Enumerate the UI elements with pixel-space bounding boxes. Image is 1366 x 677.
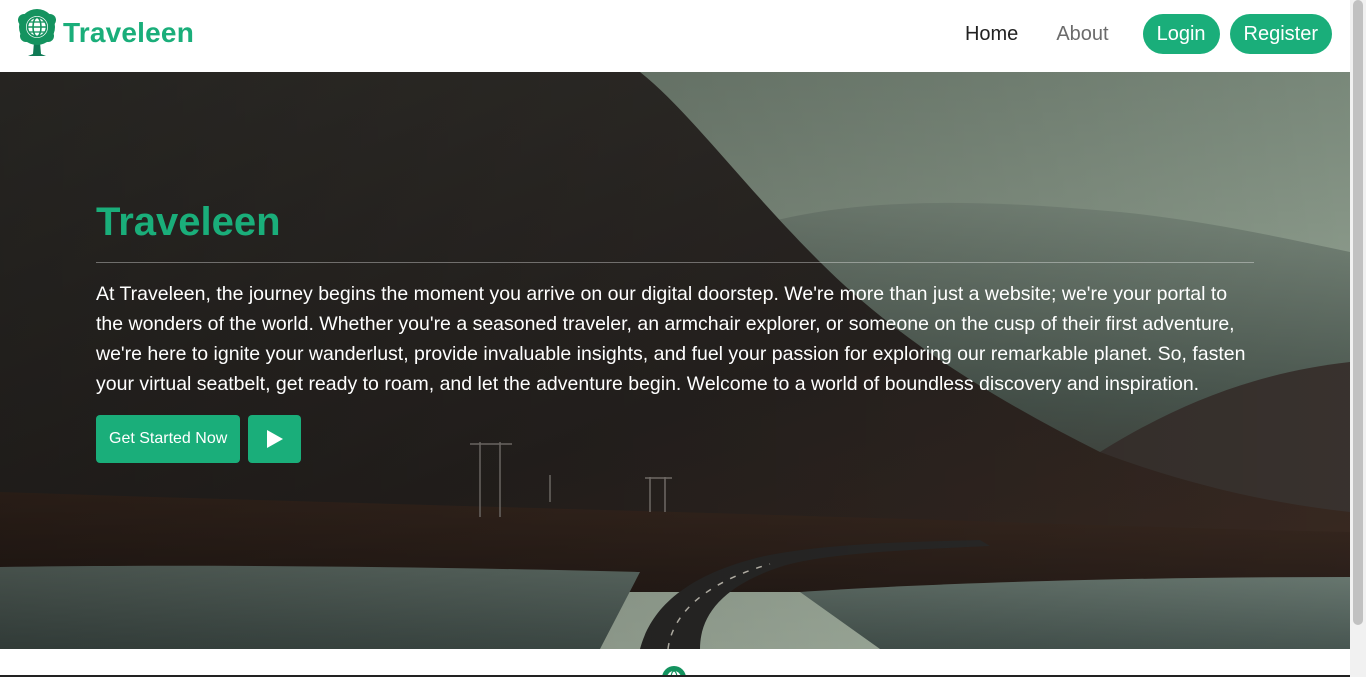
get-started-button[interactable]: Get Started Now (96, 415, 241, 463)
register-button[interactable]: Register (1229, 14, 1332, 54)
page-scrollbar[interactable] (1350, 0, 1366, 677)
hero-divider (96, 262, 1254, 263)
hero-section: Traveleen At Traveleen, the journey begi… (0, 72, 1350, 649)
navbar: Traveleen Home About Login Register (0, 0, 1350, 72)
nav-links: Home About Login Register (965, 14, 1332, 54)
scrollbar-thumb[interactable] (1353, 0, 1363, 625)
nav-home-link[interactable]: Home (965, 14, 1018, 54)
brand-name: Traveleen (63, 17, 194, 48)
login-button[interactable]: Login (1142, 14, 1220, 54)
hero-actions: Get Started Now (96, 415, 1254, 463)
hero-description: At Traveleen, the journey begins the mom… (96, 283, 1246, 395)
nav-about-link[interactable]: About (1056, 14, 1108, 54)
brand-link[interactable]: Traveleen (16, 8, 194, 58)
play-icon (266, 430, 283, 448)
hero-content: Traveleen At Traveleen, the journey begi… (96, 198, 1254, 463)
globe-tree-icon (18, 9, 56, 56)
play-video-button[interactable] (248, 415, 302, 463)
hero-title: Traveleen (96, 200, 281, 244)
